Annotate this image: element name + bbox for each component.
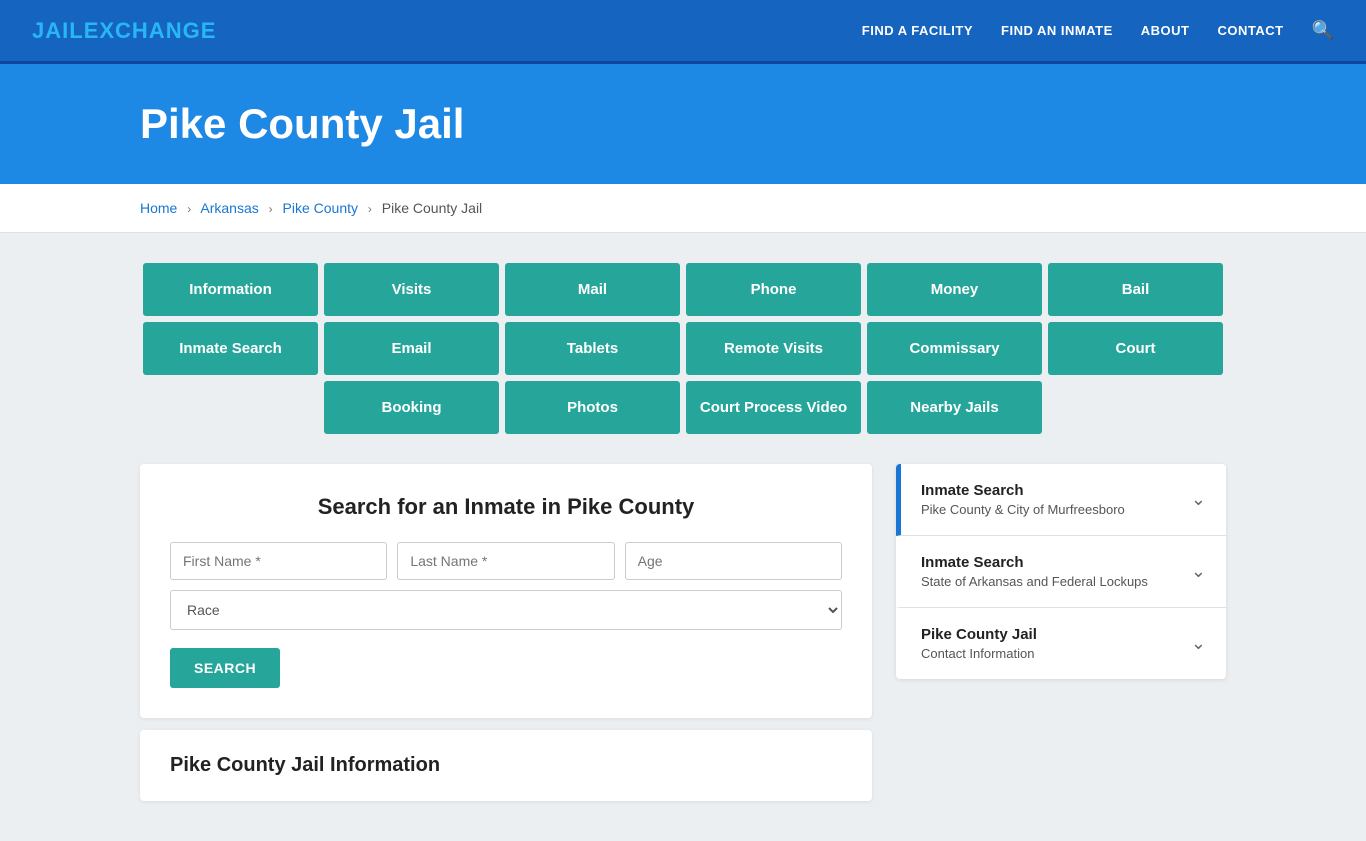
chevron-down-icon-1: ⌄ bbox=[1191, 489, 1206, 510]
btn-tablets[interactable]: Tablets bbox=[505, 322, 680, 375]
left-content: Search for an Inmate in Pike County Race… bbox=[140, 464, 872, 801]
btn-court-process-video[interactable]: Court Process Video bbox=[686, 381, 861, 434]
sidebar-item-title-2: Inmate Search bbox=[921, 554, 1148, 571]
category-grid: Information Visits Mail Phone Money Bail… bbox=[140, 263, 1226, 434]
site-logo[interactable]: JAILEXCHANGE bbox=[32, 18, 216, 44]
breadcrumb: Home › Arkansas › Pike County › Pike Cou… bbox=[0, 184, 1366, 233]
sidebar-item-subtitle-2: State of Arkansas and Federal Lockups bbox=[921, 574, 1148, 589]
page-title: Pike County Jail bbox=[140, 100, 1226, 148]
btn-court[interactable]: Court bbox=[1048, 322, 1223, 375]
nav-contact[interactable]: CONTACT bbox=[1217, 23, 1283, 38]
nav-links: FIND A FACILITY FIND AN INMATE ABOUT CON… bbox=[862, 20, 1334, 41]
sidebar-item-text-3: Pike County Jail Contact Information bbox=[921, 626, 1037, 661]
nav-about[interactable]: ABOUT bbox=[1141, 23, 1190, 38]
sidebar-item-subtitle-1: Pike County & City of Murfreesboro bbox=[921, 502, 1125, 517]
chevron-down-icon-2: ⌄ bbox=[1191, 561, 1206, 582]
btn-phone[interactable]: Phone bbox=[686, 263, 861, 316]
age-input[interactable] bbox=[625, 542, 842, 580]
breadcrumb-home[interactable]: Home bbox=[140, 200, 177, 216]
navbar: JAILEXCHANGE FIND A FACILITY FIND AN INM… bbox=[0, 0, 1366, 64]
sidebar-item-subtitle-3: Contact Information bbox=[921, 646, 1037, 661]
search-heading: Search for an Inmate in Pike County bbox=[170, 494, 842, 520]
btn-bail[interactable]: Bail bbox=[1048, 263, 1223, 316]
hero-section: Pike County Jail bbox=[0, 64, 1366, 184]
info-heading: Pike County Jail Information bbox=[170, 754, 842, 777]
sidebar-item-2[interactable]: Inmate Search State of Arkansas and Fede… bbox=[896, 536, 1226, 608]
sidebar-item-text-1: Inmate Search Pike County & City of Murf… bbox=[921, 482, 1125, 517]
breadcrumb-arkansas[interactable]: Arkansas bbox=[200, 200, 258, 216]
btn-mail[interactable]: Mail bbox=[505, 263, 680, 316]
sidebar-item-3[interactable]: Pike County Jail Contact Information ⌄ bbox=[896, 608, 1226, 679]
btn-remote-visits[interactable]: Remote Visits bbox=[686, 322, 861, 375]
breadcrumb-pike-county[interactable]: Pike County bbox=[283, 200, 358, 216]
btn-email[interactable]: Email bbox=[324, 322, 499, 375]
breadcrumb-current: Pike County Jail bbox=[382, 200, 482, 216]
breadcrumb-sep-3: › bbox=[368, 202, 372, 216]
sidebar-item-title-1: Inmate Search bbox=[921, 482, 1125, 499]
btn-nearby-jails[interactable]: Nearby Jails bbox=[867, 381, 1042, 434]
search-form: Race White Black Hispanic Asian Other bbox=[170, 542, 842, 630]
logo-jail: JAIL bbox=[32, 18, 84, 43]
nav-find-facility[interactable]: FIND A FACILITY bbox=[862, 23, 973, 38]
btn-information[interactable]: Information bbox=[143, 263, 318, 316]
logo-exchange: EXCHANGE bbox=[84, 18, 217, 43]
last-name-input[interactable] bbox=[397, 542, 614, 580]
breadcrumb-sep-1: › bbox=[187, 202, 191, 216]
search-panel: Search for an Inmate in Pike County Race… bbox=[140, 464, 872, 718]
breadcrumb-sep-2: › bbox=[269, 202, 273, 216]
first-name-input[interactable] bbox=[170, 542, 387, 580]
race-select[interactable]: Race White Black Hispanic Asian Other bbox=[170, 590, 842, 630]
nav-find-inmate[interactable]: FIND AN INMATE bbox=[1001, 23, 1113, 38]
btn-commissary[interactable]: Commissary bbox=[867, 322, 1042, 375]
btn-visits[interactable]: Visits bbox=[324, 263, 499, 316]
sidebar-item-title-3: Pike County Jail bbox=[921, 626, 1037, 643]
sidebar: Inmate Search Pike County & City of Murf… bbox=[896, 464, 1226, 679]
info-section: Pike County Jail Information bbox=[140, 730, 872, 801]
chevron-down-icon-3: ⌄ bbox=[1191, 633, 1206, 654]
content-wrapper: Search for an Inmate in Pike County Race… bbox=[140, 464, 1226, 801]
search-button[interactable]: SEARCH bbox=[170, 648, 280, 688]
btn-inmate-search[interactable]: Inmate Search bbox=[143, 322, 318, 375]
btn-photos[interactable]: Photos bbox=[505, 381, 680, 434]
sidebar-item-text-2: Inmate Search State of Arkansas and Fede… bbox=[921, 554, 1148, 589]
main-area: Information Visits Mail Phone Money Bail… bbox=[0, 233, 1366, 841]
sidebar-item-1[interactable]: Inmate Search Pike County & City of Murf… bbox=[896, 464, 1226, 536]
btn-booking[interactable]: Booking bbox=[324, 381, 499, 434]
search-icon[interactable]: 🔍 bbox=[1312, 20, 1334, 41]
btn-money[interactable]: Money bbox=[867, 263, 1042, 316]
